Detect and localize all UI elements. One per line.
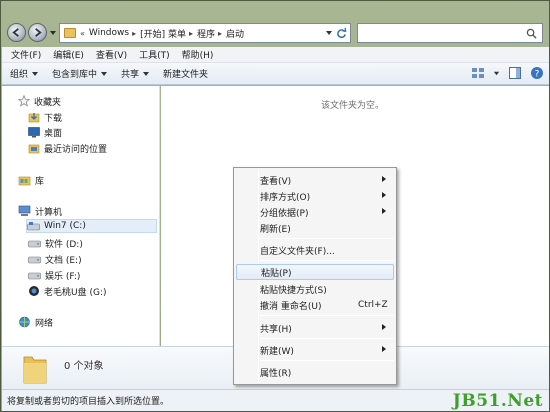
ctx-undo-rename[interactable]: 撤消 重命名(U) Ctrl+Z — [236, 297, 394, 313]
recent-pages-dropdown[interactable] — [49, 29, 57, 37]
nav-libraries[interactable]: 库 — [18, 173, 44, 187]
chevron-down-icon — [143, 71, 150, 76]
drive-icon — [28, 240, 41, 247]
breadcrumb-item[interactable]: 程序 ▸ — [197, 27, 222, 40]
menu-help[interactable]: 帮助(H) — [177, 48, 219, 61]
title-bar: « Windows ▸ [开始] 菜单 ▸ 程序 ▸ 启动 — [1, 1, 549, 45]
back-button[interactable] — [7, 23, 26, 42]
computer-icon — [18, 205, 31, 216]
breadcrumb-item[interactable]: Windows ▸ — [89, 28, 136, 38]
navigation-pane: 收藏夹 下载 桌面 最近访问的位置 库 计算机 Win7 (C:) 软件 (D:… — [2, 86, 160, 389]
system-drive-icon — [27, 221, 40, 230]
star-icon — [18, 95, 30, 107]
nav-drive-g[interactable]: 老毛桃U盘 (G:) — [28, 284, 106, 298]
folder-icon — [64, 28, 76, 38]
chevron-right-icon — [382, 208, 386, 214]
shortcut-label: Ctrl+Z — [358, 300, 388, 310]
chevron-down-icon — [101, 71, 108, 76]
desktop-icon — [28, 127, 40, 138]
status-text: 将复制或者剪切的项目插入到所选位置。 — [7, 397, 170, 407]
ctx-new[interactable]: 新建(W) — [236, 342, 394, 358]
nav-network[interactable]: 网络 — [18, 315, 53, 329]
menu-view[interactable]: 查看(V) — [91, 48, 132, 61]
breadcrumb-item[interactable]: [开始] 菜单 ▸ — [140, 27, 193, 40]
include-in-library-button[interactable]: 包含到库中 — [52, 67, 108, 80]
preview-pane-icon[interactable] — [508, 66, 522, 80]
search-icon — [526, 28, 537, 39]
search-input[interactable] — [357, 23, 543, 43]
site-watermark: JB51.Net — [452, 391, 543, 411]
recent-places-icon — [28, 144, 40, 154]
chevron-down-icon[interactable] — [325, 29, 333, 37]
ctx-view[interactable]: 查看(V) — [236, 172, 394, 188]
folder-icon — [23, 356, 47, 384]
arrow-left-icon — [12, 28, 19, 37]
menu-separator — [260, 238, 394, 239]
nav-desktop[interactable]: 桌面 — [28, 125, 62, 139]
svg-text:?: ? — [535, 70, 540, 80]
menu-separator — [260, 360, 394, 361]
breadcrumb-item[interactable]: 启动 — [226, 27, 244, 40]
nav-recent-places[interactable]: 最近访问的位置 — [28, 141, 107, 155]
organize-button[interactable]: 组织 — [10, 67, 39, 80]
chevron-right-icon — [382, 346, 386, 352]
command-bar: 组织 包含到库中 共享 新建文件夹 ? — [2, 63, 549, 85]
menu-separator — [260, 260, 394, 261]
library-icon — [18, 176, 31, 186]
ctx-paste-shortcut[interactable]: 粘贴快捷方式(S) — [236, 281, 394, 297]
ctx-group-by[interactable]: 分组依据(P) — [236, 204, 394, 220]
refresh-icon[interactable] — [336, 27, 347, 39]
menu-edit[interactable]: 编辑(E) — [48, 48, 89, 61]
chevron-right-icon — [382, 192, 386, 198]
nav-downloads[interactable]: 下载 — [28, 110, 62, 124]
share-with-button[interactable]: 共享 — [121, 67, 150, 80]
menu-bar: 文件(F) 编辑(E) 查看(V) 工具(T) 帮助(H) — [2, 47, 549, 63]
chevron-down-icon[interactable] — [493, 70, 500, 77]
arrow-right-icon — [35, 28, 42, 37]
ctx-customize-folder[interactable]: 自定义文件夹(F)... — [236, 242, 394, 258]
chevron-right-icon — [382, 324, 386, 330]
object-count: 0 个对象 — [64, 361, 104, 372]
nav-drive-c[interactable]: Win7 (C:) — [26, 219, 157, 233]
drive-icon — [28, 256, 41, 263]
chevron-right-icon — [382, 176, 386, 182]
ctx-sort-by[interactable]: 排序方式(O) — [236, 188, 394, 204]
help-icon[interactable]: ? — [530, 66, 544, 80]
explorer-window: « Windows ▸ [开始] 菜单 ▸ 程序 ▸ 启动 文件(F) 编辑(E) 查… — [0, 0, 550, 412]
ctx-share-with[interactable]: 共享(H) — [236, 320, 394, 336]
empty-folder-message: 该文件夹为空。 — [321, 101, 385, 111]
nav-drive-e[interactable]: 文档 (E:) — [28, 252, 82, 266]
nav-favorites[interactable]: 收藏夹 — [18, 94, 61, 108]
network-icon — [19, 316, 30, 328]
menu-file[interactable]: 文件(F) — [6, 48, 46, 61]
nav-drive-f[interactable]: 娱乐 (F:) — [28, 268, 80, 282]
menu-tools[interactable]: 工具(T) — [134, 48, 175, 61]
chevron-down-icon — [32, 71, 39, 76]
forward-button[interactable] — [28, 23, 47, 42]
menu-separator — [260, 338, 394, 339]
drive-icon — [28, 272, 41, 279]
ctx-refresh[interactable]: 刷新(E) — [236, 220, 394, 236]
new-folder-button[interactable]: 新建文件夹 — [163, 67, 208, 80]
menu-separator — [260, 315, 394, 316]
download-folder-icon — [28, 113, 40, 123]
ctx-paste[interactable]: 粘贴(P) — [236, 264, 394, 280]
breadcrumb-overflow[interactable]: « — [80, 29, 85, 38]
ctx-properties[interactable]: 属性(R) — [236, 364, 394, 380]
nav-drive-d[interactable]: 软件 (D:) — [28, 236, 83, 250]
usb-drive-icon — [29, 286, 39, 296]
nav-computer[interactable]: 计算机 — [18, 204, 62, 218]
address-bar[interactable]: « Windows ▸ [开始] 菜单 ▸ 程序 ▸ 启动 — [59, 23, 351, 43]
context-menu: 查看(V) 排序方式(O) 分组依据(P) 刷新(E) 自定义文件夹(F)...… — [233, 167, 397, 385]
view-options-icon[interactable] — [471, 66, 485, 80]
